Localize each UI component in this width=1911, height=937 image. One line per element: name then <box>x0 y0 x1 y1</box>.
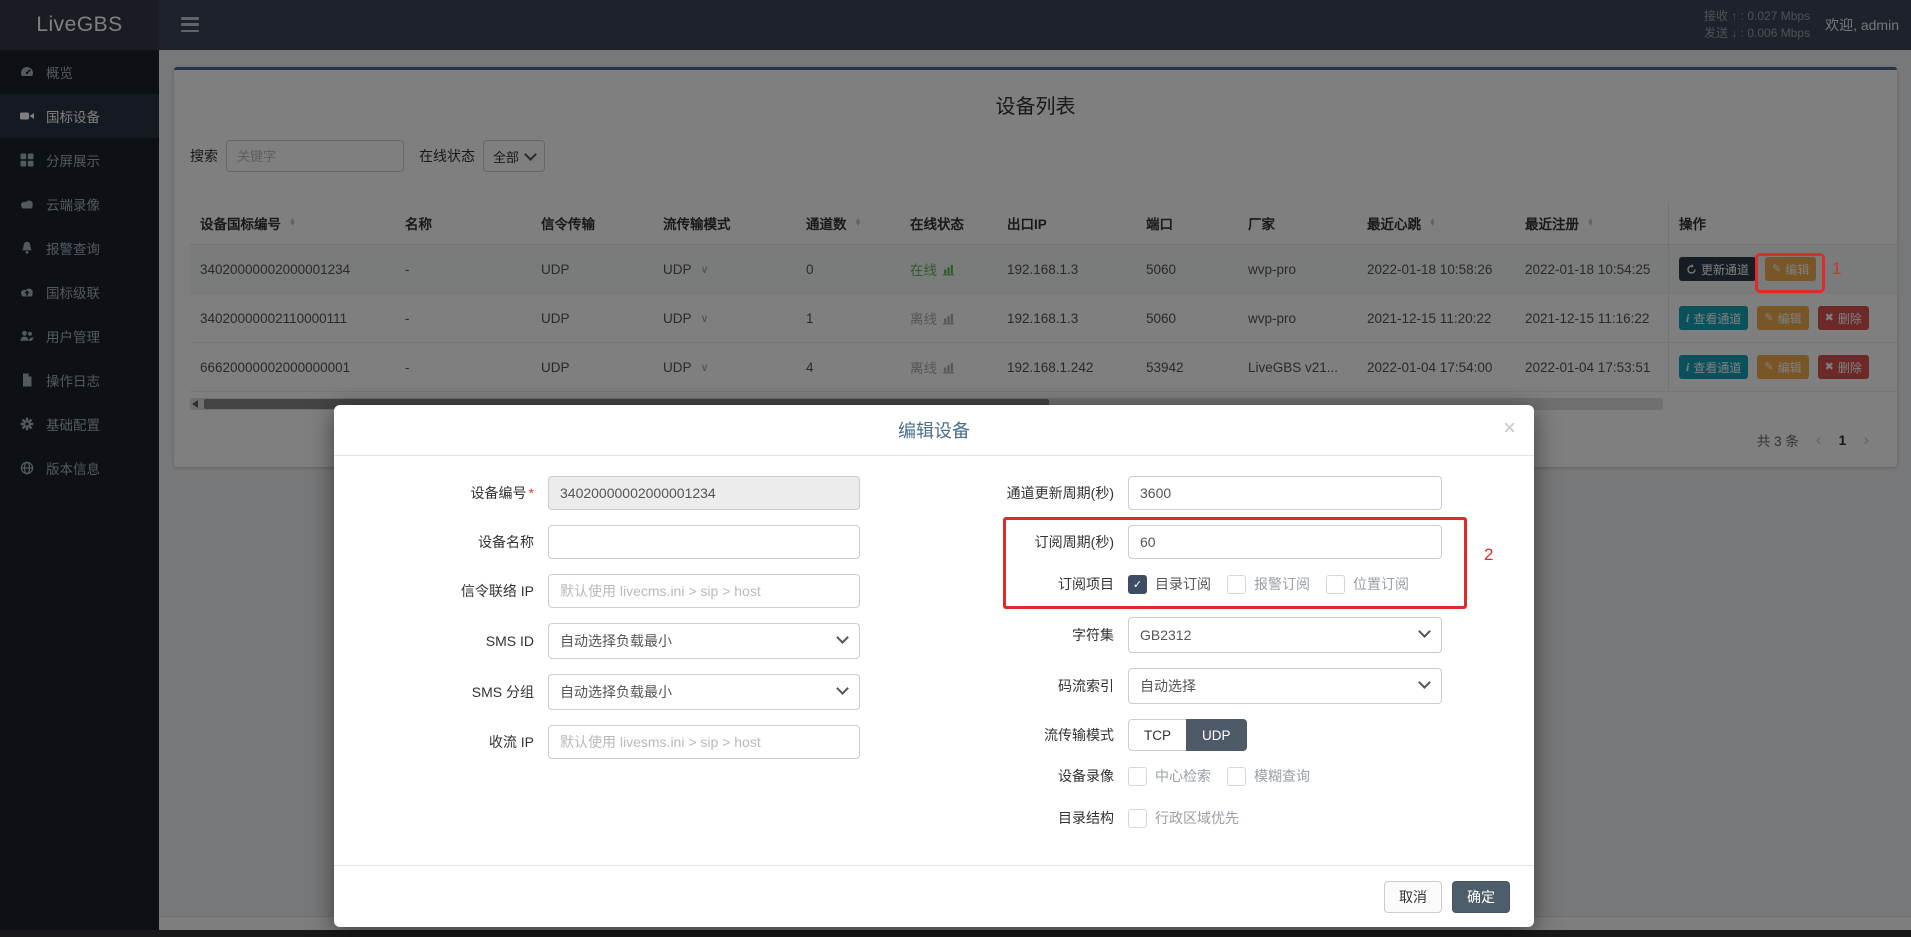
alarm-subscribe-checkbox[interactable]: ✓ <box>1227 575 1246 594</box>
checkbox-label: 位置订阅 <box>1353 574 1409 594</box>
catalog-subscribe-checkbox[interactable]: ✓ <box>1128 575 1147 594</box>
close-icon[interactable]: × <box>1503 417 1516 439</box>
annotation-number-2: 2 <box>1484 545 1493 565</box>
charset-select[interactable]: GB2312 <box>1128 617 1442 653</box>
chevron-down-icon <box>1418 625 1431 638</box>
subscribe-period-field[interactable] <box>1128 525 1442 559</box>
field-label: SMS ID <box>364 633 534 649</box>
channel-refresh-field[interactable] <box>1128 476 1442 510</box>
annotation-number-1: 1 <box>1832 259 1841 279</box>
form-row-device-name: 设备名称 <box>364 525 934 559</box>
checkbox-label: 行政区域优先 <box>1155 808 1239 828</box>
form-row-dir-structure: 目录结构 ✓ 行政区域优先 <box>934 808 1534 828</box>
position-subscribe-checkbox[interactable]: ✓ <box>1326 575 1345 594</box>
field-label: 订阅项目 <box>934 574 1114 594</box>
edit-device-modal: 编辑设备 × 设备编号* 设备名称 信令联络 IP SMS ID 自动选择负载最… <box>334 405 1534 927</box>
field-label: 流传输模式 <box>934 725 1114 745</box>
check-icon: ✓ <box>1232 770 1241 783</box>
check-icon: ✓ <box>1232 578 1241 591</box>
fuzzy-query-checkbox[interactable]: ✓ <box>1227 767 1246 786</box>
field-label: SMS 分组 <box>364 682 534 702</box>
form-row-device-id: 设备编号* <box>364 476 934 510</box>
stream-index-select[interactable]: 自动选择 <box>1128 668 1442 704</box>
checkbox-label: 报警订阅 <box>1254 574 1310 594</box>
check-icon: ✓ <box>1133 770 1142 783</box>
check-icon: ✓ <box>1133 578 1142 591</box>
admin-region-priority-checkbox[interactable]: ✓ <box>1128 809 1147 828</box>
form-row-sms-group: SMS 分组 自动选择负载最小 <box>364 674 934 710</box>
form-left-column: 设备编号* 设备名称 信令联络 IP SMS ID 自动选择负载最小 SMS 分… <box>334 476 934 850</box>
form-row-stream-index: 码流索引 自动选择 <box>934 668 1534 704</box>
device-name-field[interactable] <box>548 525 860 559</box>
form-row-stream-mode: 流传输模式 TCP UDP <box>934 719 1534 751</box>
field-label: 设备编号 <box>471 485 527 501</box>
chevron-down-icon <box>836 631 849 644</box>
stream-mode-toggle: TCP UDP <box>1128 719 1247 751</box>
confirm-button[interactable]: 确定 <box>1452 881 1510 913</box>
modal-body: 设备编号* 设备名称 信令联络 IP SMS ID 自动选择负载最小 SMS 分… <box>334 456 1534 850</box>
form-right-column: 通道更新周期(秒) 订阅周期(秒) 订阅项目 ✓ 目录订阅 ✓ 报警订阅 ✓ 位… <box>934 476 1534 850</box>
modal-title: 编辑设备 <box>898 417 970 443</box>
chevron-down-icon <box>836 682 849 695</box>
check-icon: ✓ <box>1331 578 1340 591</box>
form-row-channel-refresh: 通道更新周期(秒) <box>934 476 1534 510</box>
chevron-down-icon <box>1418 676 1431 689</box>
device-id-field <box>548 476 860 510</box>
form-row-subscribe-items: 订阅项目 ✓ 目录订阅 ✓ 报警订阅 ✓ 位置订阅 <box>934 574 1534 594</box>
udp-option[interactable]: UDP <box>1186 719 1247 751</box>
cancel-button[interactable]: 取消 <box>1384 881 1442 913</box>
check-icon: ✓ <box>1133 812 1142 825</box>
checkbox-label: 模糊查询 <box>1254 766 1310 786</box>
checkbox-label: 中心检索 <box>1155 766 1211 786</box>
field-label: 字符集 <box>934 625 1114 645</box>
field-label: 收流 IP <box>364 732 534 752</box>
sms-group-select[interactable]: 自动选择负载最小 <box>548 674 860 710</box>
field-label: 信令联络 IP <box>364 581 534 601</box>
form-row-sip-contact-ip: 信令联络 IP <box>364 574 934 608</box>
form-row-sms-id: SMS ID 自动选择负载最小 <box>364 623 934 659</box>
modal-footer: 取消 确定 <box>334 865 1534 927</box>
form-row-recv-ip: 收流 IP <box>364 725 934 759</box>
checkbox-label: 目录订阅 <box>1155 574 1211 594</box>
center-search-checkbox[interactable]: ✓ <box>1128 767 1147 786</box>
recv-ip-field[interactable] <box>548 725 860 759</box>
modal-header: 编辑设备 × <box>334 405 1534 456</box>
form-row-charset: 字符集 GB2312 <box>934 617 1534 653</box>
form-row-subscribe-period: 订阅周期(秒) <box>934 525 1534 559</box>
field-label: 设备录像 <box>934 766 1114 786</box>
tcp-option[interactable]: TCP <box>1128 719 1187 751</box>
field-label: 订阅周期(秒) <box>934 532 1114 552</box>
field-label: 设备名称 <box>364 532 534 552</box>
field-label: 码流索引 <box>934 676 1114 696</box>
field-label: 目录结构 <box>934 808 1114 828</box>
form-row-device-record: 设备录像 ✓ 中心检索 ✓ 模糊查询 <box>934 766 1534 786</box>
field-label: 通道更新周期(秒) <box>934 483 1114 503</box>
required-asterisk: * <box>529 485 534 501</box>
sms-id-select[interactable]: 自动选择负载最小 <box>548 623 860 659</box>
sip-contact-ip-field[interactable] <box>548 574 860 608</box>
